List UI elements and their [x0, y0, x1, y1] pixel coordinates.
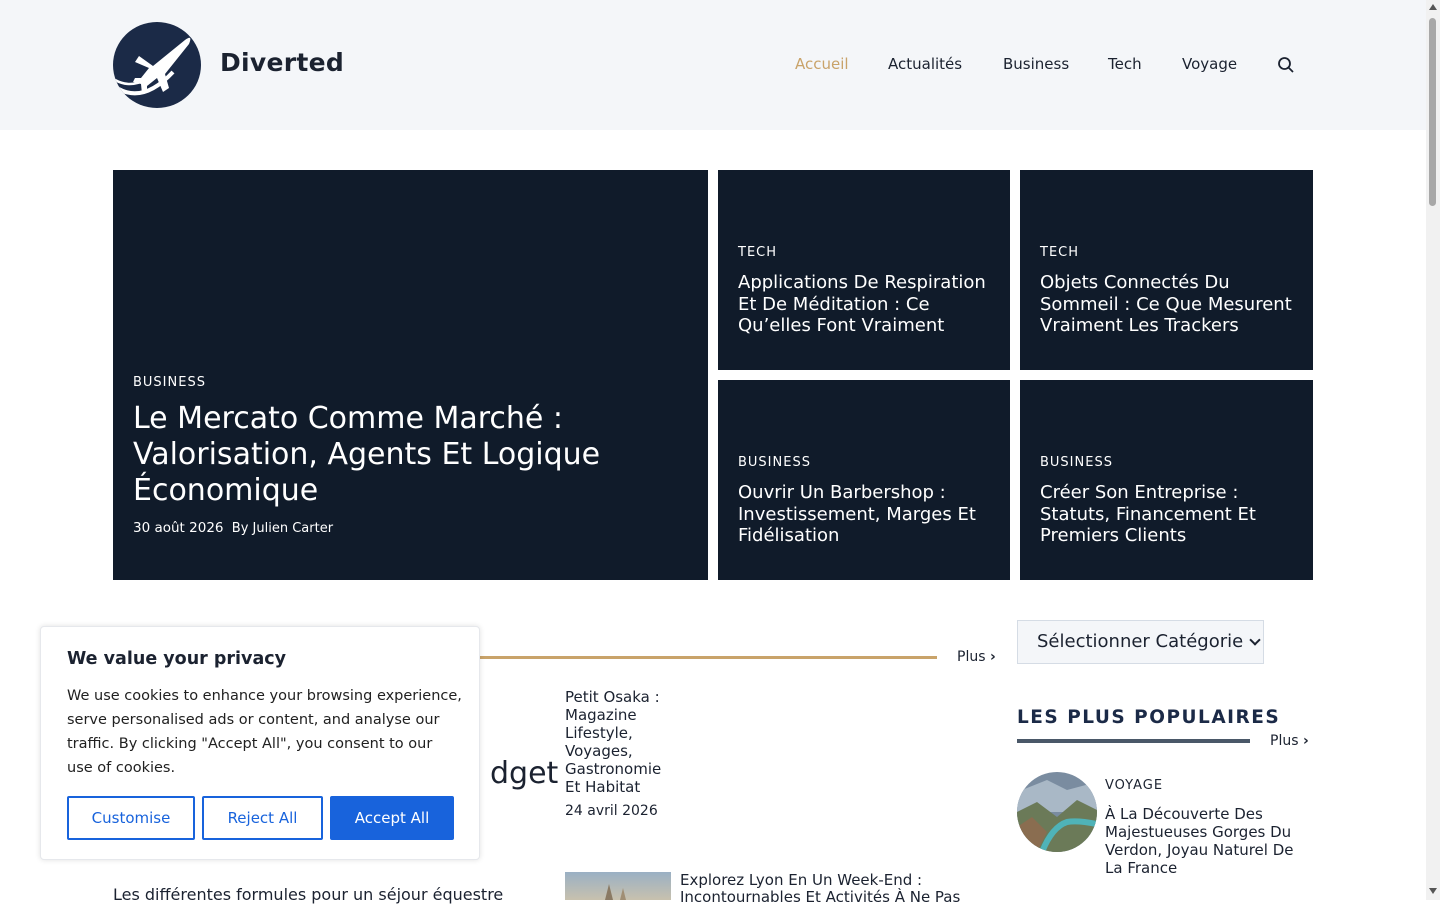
reject-all-button[interactable]: Reject All — [202, 796, 323, 840]
nav-item-business[interactable]: Business — [1003, 55, 1069, 73]
search-icon[interactable] — [1277, 56, 1295, 74]
section-divider — [470, 656, 937, 659]
featured-card[interactable]: TECH Applications De Respiration Et De M… — [718, 170, 1010, 370]
scroll-down-arrow-icon[interactable] — [1429, 888, 1437, 894]
article-excerpt: Les différentes formules pour un séjour … — [113, 885, 504, 904]
scroll-up-arrow-icon[interactable] — [1429, 4, 1437, 10]
popular-item-category[interactable]: VOYAGE — [1105, 778, 1163, 793]
featured-card-category[interactable]: BUSINESS — [738, 455, 811, 470]
chevron-right-icon: › — [989, 649, 996, 665]
featured-card-title[interactable]: Ouvrir Un Barbershop : Investissement, M… — [738, 482, 996, 547]
featured-card[interactable]: BUSINESS Créer Son Entreprise : Statuts,… — [1020, 380, 1313, 580]
nav-item-tech[interactable]: Tech — [1108, 55, 1142, 73]
featured-card-title[interactable]: Objets Connectés Du Sommeil : Ce Que Mes… — [1040, 272, 1299, 337]
featured-main-title[interactable]: Le Mercato Comme Marché : Valorisation, … — [133, 401, 628, 509]
cookie-text: We use cookies to enhance your browsing … — [67, 688, 462, 776]
section-more-link[interactable]: Plus › — [957, 649, 996, 665]
chevron-right-icon: › — [1302, 733, 1309, 749]
article-side-title[interactable]: Explorez Lyon En Un Week-End : Incontour… — [680, 872, 980, 906]
cookie-title: We value your privacy — [67, 649, 287, 669]
cookie-consent-banner: We value your privacy We use cookies to … — [40, 626, 480, 860]
nav-item-voyage[interactable]: Voyage — [1182, 55, 1237, 73]
featured-main-author[interactable]: By Julien Carter — [232, 521, 333, 536]
popular-item-title[interactable]: À La Découverte Des Majestueuses Gorges … — [1105, 805, 1305, 877]
popular-item-image[interactable] — [1017, 772, 1097, 852]
featured-main-category[interactable]: BUSINESS — [133, 375, 206, 390]
featured-card-category[interactable]: TECH — [1040, 245, 1079, 260]
site-title[interactable]: Diverted — [220, 48, 344, 77]
article-thumbnail[interactable] — [565, 872, 671, 900]
category-select[interactable]: Sélectionner Catégorie — [1017, 620, 1264, 664]
nav-item-accueil[interactable]: Accueil — [795, 55, 849, 73]
featured-main-card[interactable]: BUSINESS Le Mercato Comme Marché : Valor… — [113, 170, 708, 580]
popular-heading: LES PLUS POPULAIRES — [1017, 707, 1281, 728]
popular-more-link[interactable]: Plus › — [1270, 733, 1309, 749]
article-side-date: 24 avril 2026 — [565, 803, 658, 819]
article-title-partial[interactable]: dget — [490, 756, 558, 791]
site-header: Diverted Accueil Actualités Business Tec… — [0, 0, 1426, 130]
featured-main-meta: 30 août 2026 By Julien Carter — [133, 520, 333, 536]
featured-card-category[interactable]: BUSINESS — [1040, 455, 1113, 470]
page-scrollbar[interactable] — [1426, 0, 1440, 900]
featured-card[interactable]: TECH Objets Connectés Du Sommeil : Ce Qu… — [1020, 170, 1313, 370]
featured-card-title[interactable]: Applications De Respiration Et De Médita… — [738, 272, 996, 337]
featured-card-category[interactable]: TECH — [738, 245, 777, 260]
site-logo-icon[interactable] — [113, 22, 201, 108]
accept-all-button[interactable]: Accept All — [330, 796, 454, 840]
customise-button[interactable]: Customise — [67, 796, 195, 840]
nav-item-actualites[interactable]: Actualités — [888, 55, 962, 73]
featured-main-date: 30 août 2026 — [133, 520, 224, 536]
popular-divider — [1017, 739, 1250, 743]
article-side-title[interactable]: Petit Osaka : Magazine Lifestyle, Voyage… — [565, 688, 675, 796]
featured-card-title[interactable]: Créer Son Entreprise : Statuts, Financem… — [1040, 482, 1299, 547]
scrollbar-thumb[interactable] — [1429, 18, 1436, 206]
featured-card[interactable]: BUSINESS Ouvrir Un Barbershop : Investis… — [718, 380, 1010, 580]
